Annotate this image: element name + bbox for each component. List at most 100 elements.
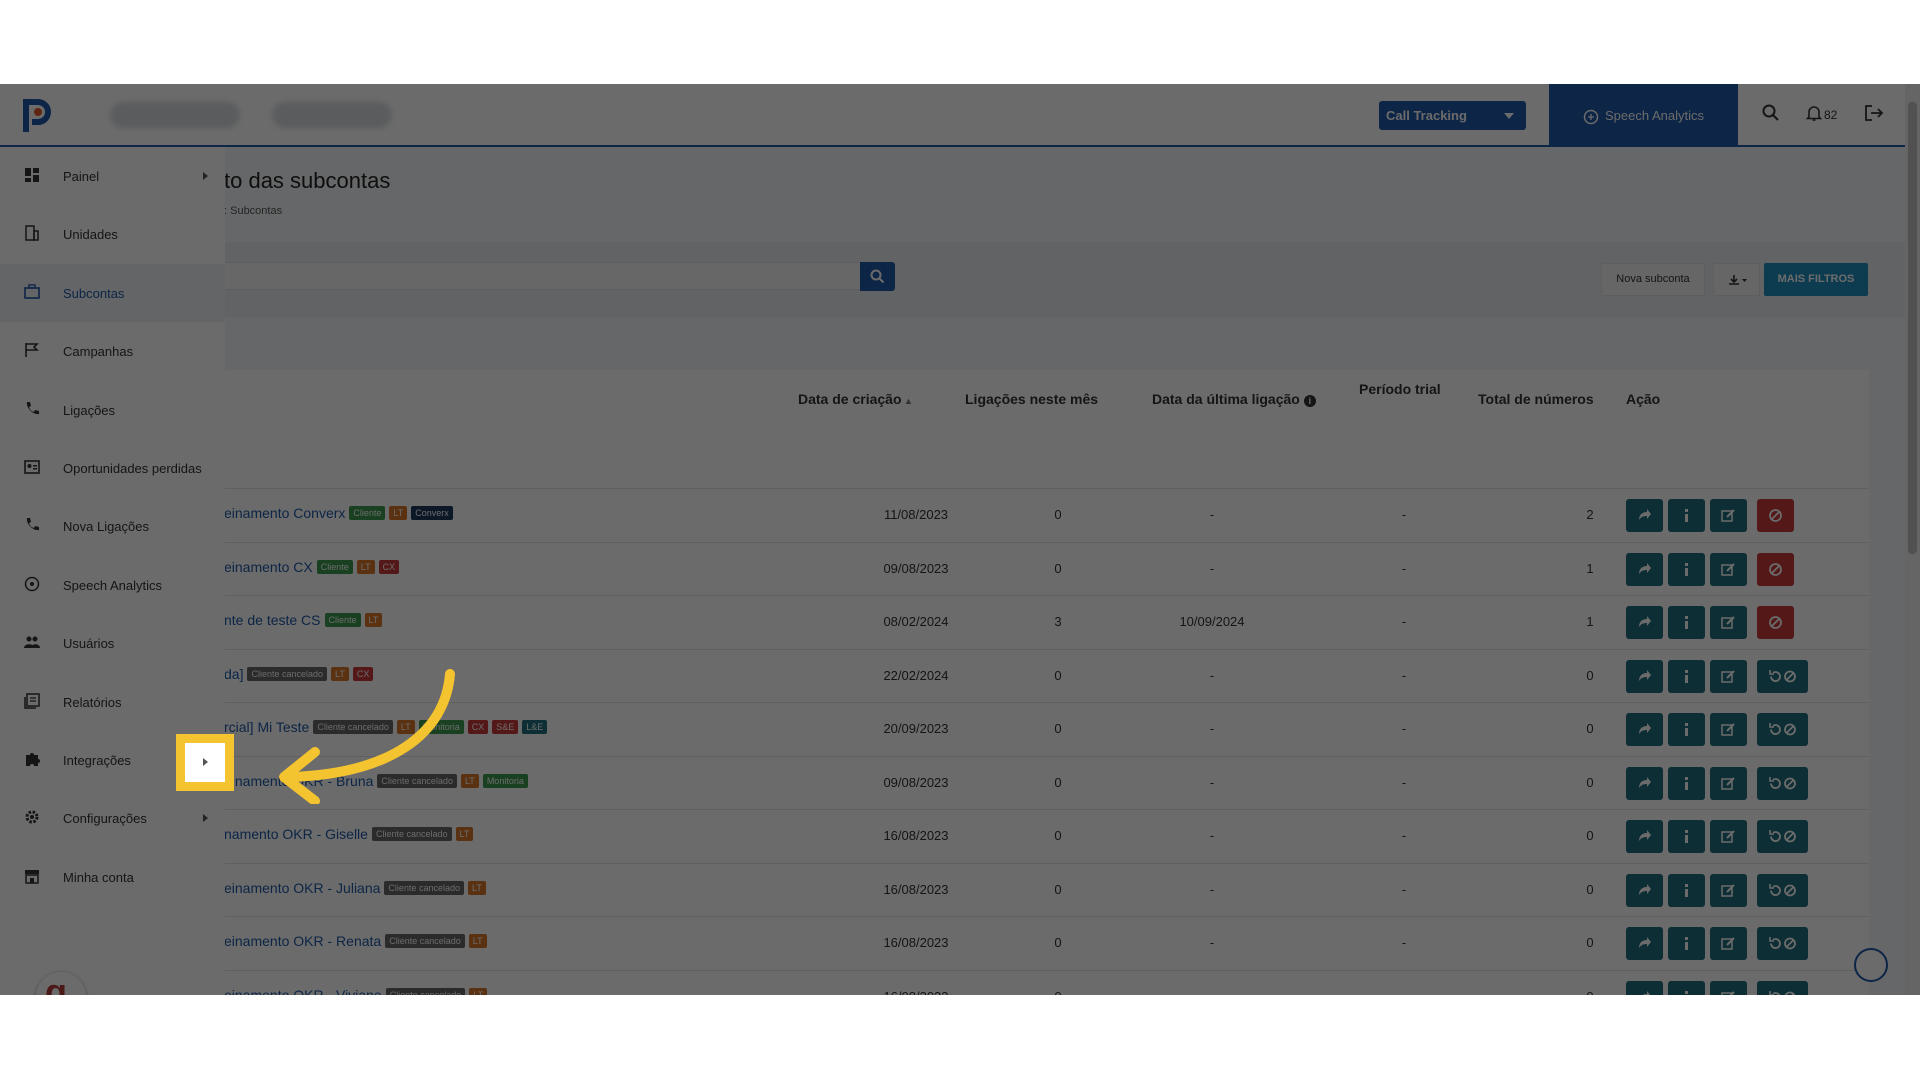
- share-button[interactable]: [1626, 873, 1663, 907]
- sidebar-item-minha-conta[interactable]: Minha conta: [0, 848, 225, 906]
- share-button[interactable]: [1626, 606, 1663, 639]
- info-button[interactable]: [1668, 820, 1705, 853]
- share-button[interactable]: [1626, 820, 1663, 853]
- header-ligacoes-mes[interactable]: Ligações neste mês: [965, 391, 1098, 407]
- blurred-menu-item[interactable]: [272, 102, 392, 128]
- share-button[interactable]: [1626, 552, 1663, 586]
- scroll-thumb[interactable]: [1908, 102, 1917, 554]
- ban-icon: [1769, 562, 1782, 576]
- top-bar: Call Tracking Speech Analytics 82: [0, 84, 1920, 147]
- info-icon: [1685, 669, 1688, 683]
- creation-date-cell: 16/08/2023: [856, 989, 976, 996]
- sidebar-item-relatorios[interactable]: Relatórios: [0, 673, 225, 731]
- deactivate-button[interactable]: [1757, 606, 1794, 639]
- header-ultima-ligacao[interactable]: Data da última ligação i: [1152, 391, 1316, 407]
- share-button[interactable]: [1626, 713, 1663, 746]
- deactivate-button[interactable]: [1757, 499, 1794, 532]
- share-button[interactable]: [1626, 499, 1663, 532]
- speech-analytics-button[interactable]: Speech Analytics: [1549, 84, 1738, 147]
- sidebar-item-configuracoes[interactable]: Configurações: [0, 789, 225, 847]
- table-row: namento OKR - Giselle Cliente cancelado LT…: [184, 809, 1869, 862]
- trial-cell: -: [1401, 614, 1407, 629]
- edit-button[interactable]: [1710, 820, 1747, 853]
- sidebar-item-subcontas[interactable]: Subcontas: [0, 263, 225, 322]
- new-subaccount-button[interactable]: Nova subconta: [1601, 263, 1705, 296]
- logo-icon[interactable]: [20, 96, 52, 134]
- info-button[interactable]: [1668, 606, 1705, 639]
- reactivate-button[interactable]: [1757, 873, 1808, 907]
- sidebar-item-ligacoes[interactable]: Ligações: [0, 381, 225, 439]
- info-icon: [1685, 830, 1688, 843]
- info-button[interactable]: [1668, 980, 1705, 995]
- share-button[interactable]: [1626, 766, 1663, 800]
- info-button[interactable]: [1668, 552, 1705, 586]
- subaccount-name-link[interactable]: einamento CX: [224, 559, 313, 575]
- edit-button[interactable]: [1710, 766, 1747, 800]
- table-row: einamento OKR - Viviane Cliente cancelado…: [184, 969, 1869, 996]
- reactivate-button[interactable]: [1757, 659, 1808, 693]
- subaccount-name-link[interactable]: namento OKR - Giselle: [224, 826, 368, 842]
- call-tracking-select[interactable]: Call Tracking: [1379, 101, 1526, 130]
- edit-button[interactable]: [1710, 980, 1747, 995]
- sidebar-item-label: Configurações: [63, 811, 147, 827]
- header-periodo-trial[interactable]: Período trial: [1359, 381, 1441, 397]
- sidebar-item-oportunidades-perdidas[interactable]: Oportunidades perdidas: [0, 439, 225, 497]
- download-button[interactable]: [1713, 263, 1760, 296]
- reactivate-button[interactable]: [1757, 927, 1808, 960]
- edit-button[interactable]: [1710, 713, 1747, 746]
- info-button[interactable]: [1668, 927, 1705, 960]
- info-button[interactable]: [1668, 713, 1705, 746]
- search-icon[interactable]: [1762, 104, 1780, 122]
- sidebar-item-label: Oportunidades perdidas: [63, 461, 202, 476]
- edit-button[interactable]: [1710, 499, 1747, 532]
- scrollbar[interactable]: [1905, 84, 1920, 995]
- edit-button[interactable]: [1710, 927, 1747, 960]
- blurred-menu-item[interactable]: [110, 102, 240, 128]
- subaccount-name-link[interactable]: einamento Converx: [224, 505, 345, 521]
- subaccount-name-link[interactable]: nte de teste CS: [224, 612, 321, 628]
- reactivate-button[interactable]: [1757, 980, 1808, 995]
- edit-button[interactable]: [1710, 873, 1747, 907]
- search-input[interactable]: [184, 262, 860, 290]
- bell-icon[interactable]: [1806, 104, 1822, 122]
- info-button[interactable]: [1668, 659, 1705, 693]
- reactivate-button[interactable]: [1757, 820, 1808, 853]
- avatar[interactable]: g.: [36, 972, 86, 995]
- sidebar-item-usuarios[interactable]: Usuários: [0, 614, 225, 672]
- search-button[interactable]: [860, 262, 895, 291]
- deactivate-button[interactable]: [1757, 552, 1794, 586]
- subaccount-name-link[interactable]: da]: [224, 666, 243, 682]
- share-button[interactable]: [1626, 659, 1663, 693]
- info-button[interactable]: [1668, 873, 1705, 907]
- subaccount-name-link[interactable]: einamento OKR - Juliana: [224, 880, 380, 896]
- creation-date-cell: 16/08/2023: [883, 935, 949, 950]
- undo-ban-icon: [1769, 990, 1796, 995]
- share-button[interactable]: [1626, 980, 1663, 995]
- more-filters-button[interactable]: MAIS FILTROS: [1764, 263, 1868, 296]
- edit-button[interactable]: [1710, 606, 1747, 639]
- sidebar-item-unidades[interactable]: Unidades: [0, 205, 225, 263]
- integracoes-expand-button[interactable]: [185, 743, 225, 782]
- sidebar-item-speech-analytics[interactable]: Speech Analytics: [0, 556, 225, 614]
- share-button[interactable]: [1626, 927, 1663, 960]
- info-button[interactable]: [1668, 499, 1705, 532]
- sidebar-item-nova-ligacoes[interactable]: Nova Ligações: [0, 497, 225, 555]
- subaccount-name-link[interactable]: einamento OKR - Renata: [224, 933, 381, 949]
- help-widget-icon[interactable]: [1854, 948, 1888, 982]
- logout-icon[interactable]: [1864, 104, 1884, 122]
- sidebar-item-campanhas[interactable]: Campanhas: [0, 322, 225, 380]
- chevron-right-icon[interactable]: [203, 172, 208, 180]
- reactivate-button[interactable]: [1757, 766, 1808, 800]
- subaccount-name-link[interactable]: einamento OKR - Viviane: [224, 987, 382, 996]
- reactivate-button[interactable]: [1757, 713, 1808, 746]
- trial-cell: -: [1401, 721, 1407, 736]
- header-total-numeros[interactable]: Total de números: [1478, 391, 1594, 407]
- edit-button[interactable]: [1710, 552, 1747, 586]
- undo-ban-icon: [1769, 669, 1796, 682]
- creation-date-cell: 16/08/2023: [883, 828, 949, 843]
- info-button[interactable]: [1668, 766, 1705, 800]
- chevron-right-icon[interactable]: [203, 814, 208, 823]
- sidebar-item-painel[interactable]: Painel: [0, 147, 225, 205]
- edit-button[interactable]: [1710, 659, 1747, 693]
- header-data-criacao[interactable]: Data de criação ▲: [798, 391, 913, 407]
